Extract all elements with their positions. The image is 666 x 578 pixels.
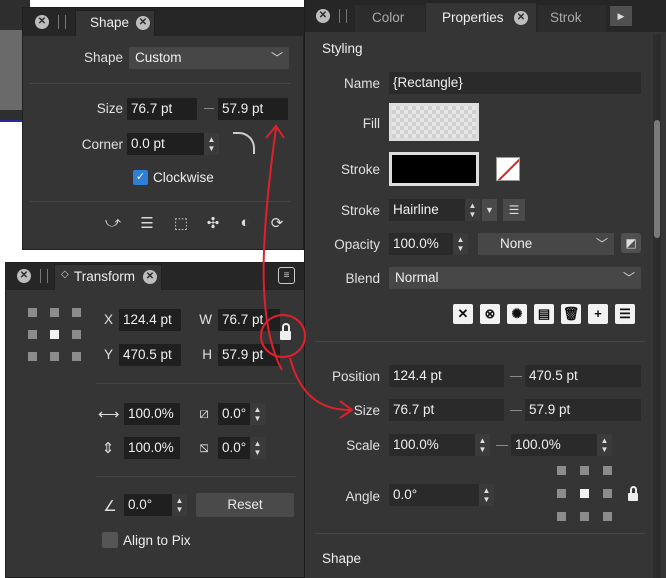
annotation-circle xyxy=(260,314,306,358)
annotation-arrow-up xyxy=(262,127,283,371)
annotation-overlay xyxy=(260,124,354,419)
